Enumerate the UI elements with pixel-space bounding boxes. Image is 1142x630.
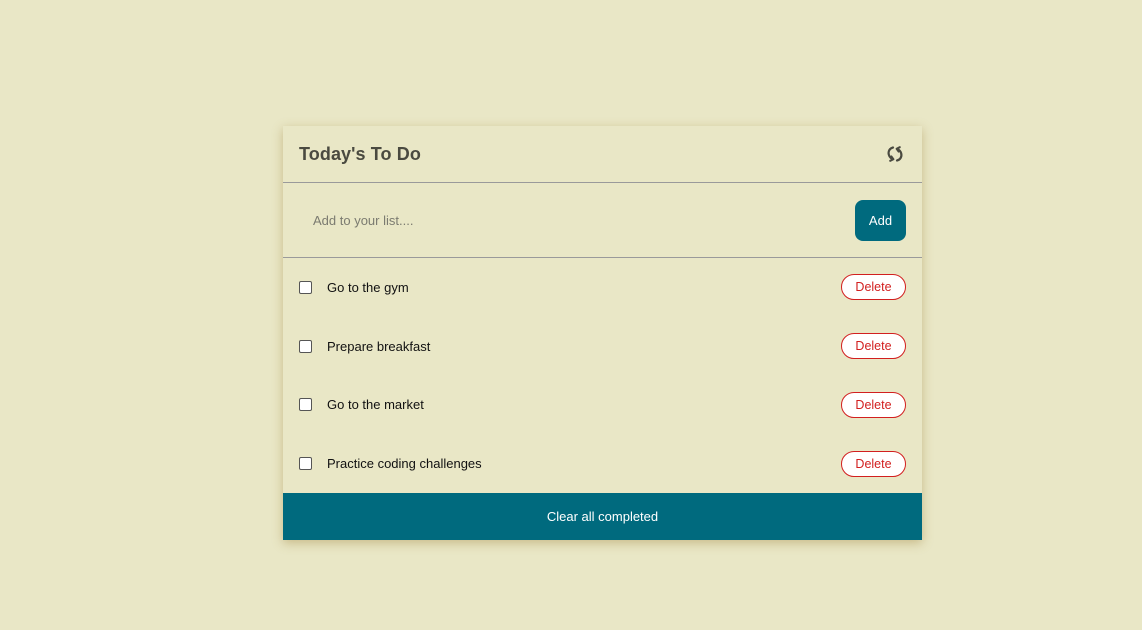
todo-text: Prepare breakfast	[327, 338, 431, 354]
todo-checkbox[interactable]	[299, 457, 312, 471]
todo-list: Go to the gym Delete Prepare breakfast D…	[283, 258, 922, 493]
list-item: Practice coding challenges Delete	[283, 434, 922, 493]
todo-checkbox[interactable]	[299, 339, 312, 353]
clear-completed-label: Clear all completed	[546, 509, 659, 524]
todo-card: Today's To Do Add Go to the gym Delete P…	[283, 126, 922, 540]
delete-button[interactable]: Delete	[841, 274, 906, 301]
add-todo-form: Add	[283, 183, 922, 258]
todo-text: Practice coding challenges	[327, 456, 482, 472]
todo-text: Go to the market	[327, 397, 424, 413]
clear-completed-button[interactable]: Clear all completed	[283, 493, 922, 540]
delete-button[interactable]: Delete	[841, 391, 906, 418]
page-title: Today's To Do	[299, 143, 421, 164]
refresh-icon[interactable]	[884, 143, 906, 165]
delete-button[interactable]: Delete	[841, 333, 906, 360]
todo-checkbox[interactable]	[299, 398, 312, 412]
list-item: Go to the market Delete	[283, 376, 922, 435]
list-item: Prepare breakfast Delete	[283, 317, 922, 376]
todo-text: Go to the gym	[327, 279, 409, 295]
add-todo-input[interactable]	[311, 204, 855, 236]
list-item: Go to the gym Delete	[283, 258, 922, 317]
refresh-icon-svg	[887, 146, 903, 162]
add-button[interactable]: Add	[855, 199, 906, 241]
todo-header: Today's To Do	[283, 126, 922, 183]
delete-button[interactable]: Delete	[841, 450, 906, 477]
todo-checkbox[interactable]	[299, 280, 312, 294]
